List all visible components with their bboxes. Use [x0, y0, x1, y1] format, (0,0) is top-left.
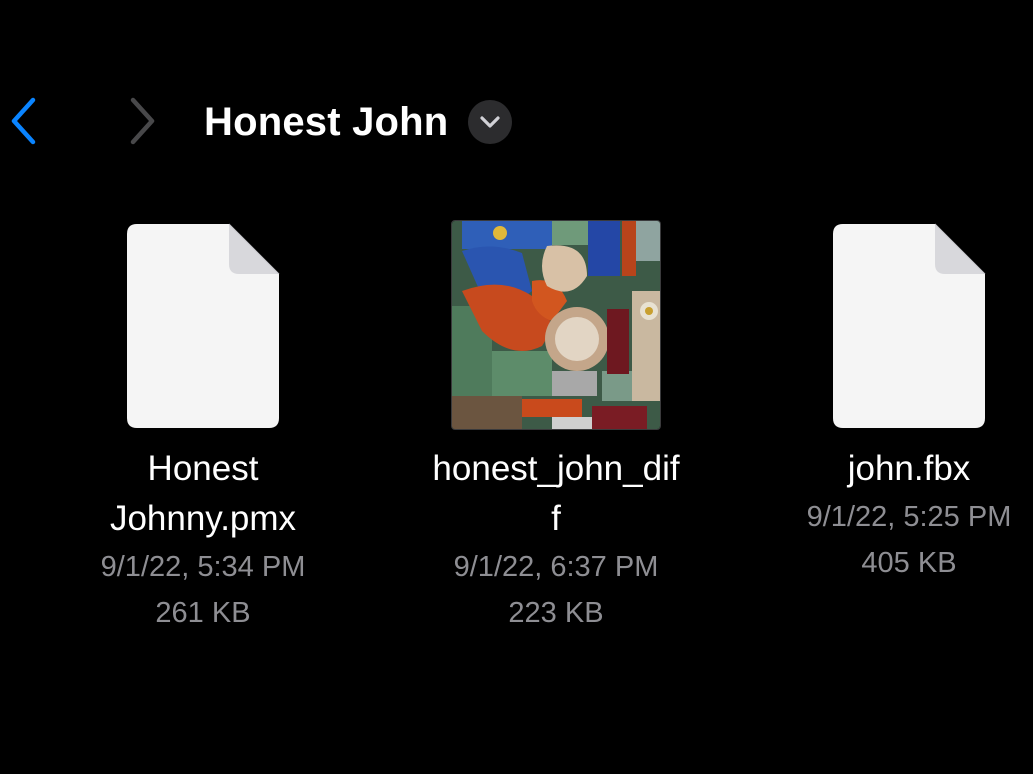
file-thumbnail — [799, 218, 1019, 432]
document-icon — [127, 223, 280, 428]
file-item[interactable]: john.fbx 9/1/22, 5:25 PM 405 KB — [759, 218, 1033, 586]
chevron-left-icon — [11, 97, 36, 145]
file-item[interactable]: honest_john_dif f 9/1/22, 6:37 PM 223 KB — [406, 218, 706, 636]
file-thumbnail — [446, 218, 666, 432]
chevron-down-icon — [480, 116, 501, 128]
folder-header: Honest John — [204, 94, 513, 150]
file-name: john.fbx — [764, 444, 1033, 494]
file-name-line: honest_john_dif — [432, 449, 680, 488]
files-browser: Honest John Honest Johnny.pmx 9/1/22, 5:… — [0, 0, 1033, 774]
file-name-line: Johnny.pmx — [109, 499, 297, 538]
folder-menu-button[interactable] — [468, 100, 513, 144]
folder-title: Honest John — [204, 99, 449, 144]
file-name-line: Honest — [147, 449, 259, 488]
file-name: Honest Johnny.pmx — [58, 444, 348, 544]
file-item[interactable]: Honest Johnny.pmx 9/1/22, 5:34 PM 261 KB — [53, 218, 353, 636]
forward-button[interactable] — [122, 92, 162, 150]
file-date: 9/1/22, 5:34 PM — [100, 551, 306, 583]
image-thumbnail — [451, 220, 661, 430]
file-size: 261 KB — [155, 597, 251, 629]
file-date: 9/1/22, 6:37 PM — [453, 551, 659, 583]
chevron-right-icon — [130, 97, 155, 145]
file-size: 223 KB — [508, 597, 604, 629]
file-thumbnail — [93, 218, 313, 432]
back-button[interactable] — [4, 92, 44, 150]
file-size: 405 KB — [861, 547, 957, 579]
file-name-line: f — [551, 499, 561, 538]
file-name-line: john.fbx — [847, 449, 971, 488]
file-name: honest_john_dif f — [411, 444, 701, 544]
document-icon — [833, 223, 986, 428]
file-date: 9/1/22, 5:25 PM — [806, 501, 1012, 533]
